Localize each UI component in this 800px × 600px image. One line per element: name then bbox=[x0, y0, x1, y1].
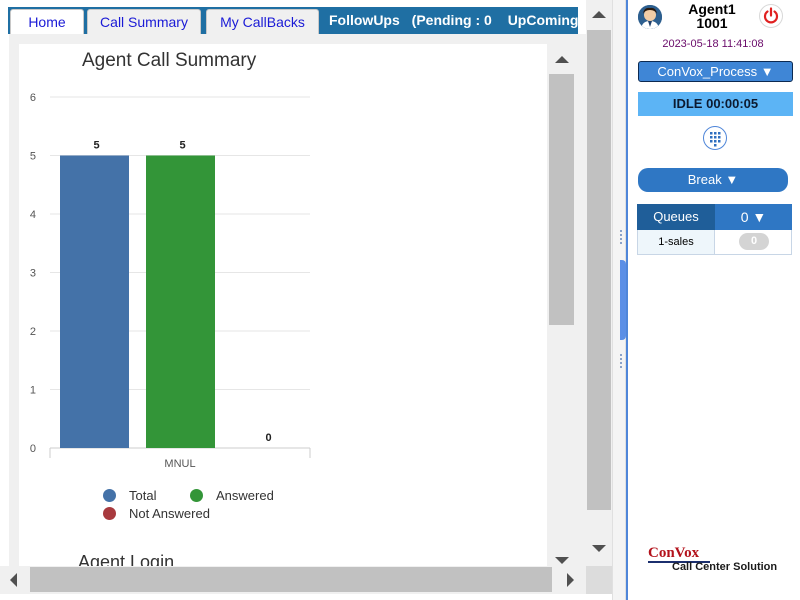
agent-avatar-icon bbox=[638, 5, 662, 29]
queues-header: Queues 0 ▼ bbox=[637, 204, 792, 230]
splitter-dots-bottom bbox=[620, 354, 622, 368]
legend-dot-total[interactable] bbox=[103, 489, 116, 502]
dialpad-icon[interactable] bbox=[703, 126, 727, 150]
session-datetime: 2023-05-18 11:41:08 bbox=[662, 38, 764, 50]
y-tick-label-3: 3 bbox=[30, 268, 36, 280]
x-category-label: MNUL bbox=[164, 458, 195, 470]
legend-label-answered[interactable]: Answered bbox=[216, 488, 274, 503]
queues-count-dropdown[interactable]: 0 ▼ bbox=[715, 204, 792, 230]
queues-label: Queues bbox=[637, 204, 715, 230]
panel-splitter[interactable] bbox=[612, 0, 626, 600]
agent-name: Agent1 bbox=[688, 1, 736, 17]
logo-tagline: Call Center Solution bbox=[672, 561, 778, 573]
outer-scroll-up-arrow-icon[interactable] bbox=[592, 11, 606, 18]
agent-call-summary-chart: 0 1 2 3 4 5 6 MNUL 5 5 0 bbox=[30, 92, 311, 470]
y-tick-label-1: 1 bbox=[30, 385, 36, 397]
horizontal-scroll-thumb[interactable] bbox=[30, 567, 552, 592]
legend-label-not-answered[interactable]: Not Answered bbox=[129, 506, 210, 521]
splitter-dots-top bbox=[620, 230, 622, 244]
queue-name: 1-sales bbox=[638, 230, 715, 254]
data-label-total: 5 bbox=[93, 140, 99, 152]
queue-row: 1-sales 0 bbox=[637, 230, 792, 255]
y-tick-label-2: 2 bbox=[30, 326, 36, 338]
y-tick-label-6: 6 bbox=[30, 92, 36, 104]
queue-count-badge: 0 bbox=[739, 233, 769, 250]
agent-status-timer: IDLE 00:00:05 bbox=[638, 92, 793, 116]
bar-answered[interactable] bbox=[146, 155, 215, 449]
agent-number: 1001 bbox=[696, 15, 728, 31]
inner-scroll-thumb[interactable] bbox=[549, 74, 574, 325]
legend-dot-not-answered[interactable] bbox=[103, 507, 116, 520]
y-tick-label-0: 0 bbox=[30, 443, 36, 455]
scroll-left-arrow-icon[interactable] bbox=[10, 573, 17, 587]
agent-panel: Agent1 1001 2023-05-18 11:41:08 ConVox_P… bbox=[626, 0, 800, 600]
outer-scroll-down-arrow-icon[interactable] bbox=[592, 545, 606, 552]
data-label-not-answered: 0 bbox=[265, 432, 271, 444]
legend-dot-answered[interactable] bbox=[190, 489, 203, 502]
process-dropdown[interactable]: ConVox_Process ▼ bbox=[638, 61, 793, 82]
power-icon[interactable] bbox=[759, 4, 783, 28]
y-tick-label-4: 4 bbox=[30, 209, 36, 221]
break-dropdown[interactable]: Break ▼ bbox=[638, 168, 788, 192]
outer-vertical-scrollbar[interactable] bbox=[586, 0, 612, 566]
scroll-right-arrow-icon[interactable] bbox=[567, 573, 574, 587]
horizontal-scrollbar[interactable] bbox=[0, 566, 586, 594]
scroll-up-arrow-icon[interactable] bbox=[555, 56, 569, 63]
data-label-answered: 5 bbox=[179, 140, 185, 152]
inner-vertical-scrollbar[interactable] bbox=[547, 44, 576, 566]
legend-label-total[interactable]: Total bbox=[129, 488, 156, 503]
scroll-down-arrow-icon[interactable] bbox=[555, 557, 569, 564]
convox-logo: ConVox bbox=[648, 545, 700, 561]
scrollbar-corner bbox=[586, 566, 612, 594]
bar-total[interactable] bbox=[60, 155, 129, 449]
app-root: Home Call Summary My CallBacks FollowUps… bbox=[0, 0, 800, 600]
outer-scroll-thumb[interactable] bbox=[587, 30, 611, 510]
main-area: Home Call Summary My CallBacks FollowUps… bbox=[0, 0, 612, 600]
y-tick-label-5: 5 bbox=[30, 151, 36, 163]
